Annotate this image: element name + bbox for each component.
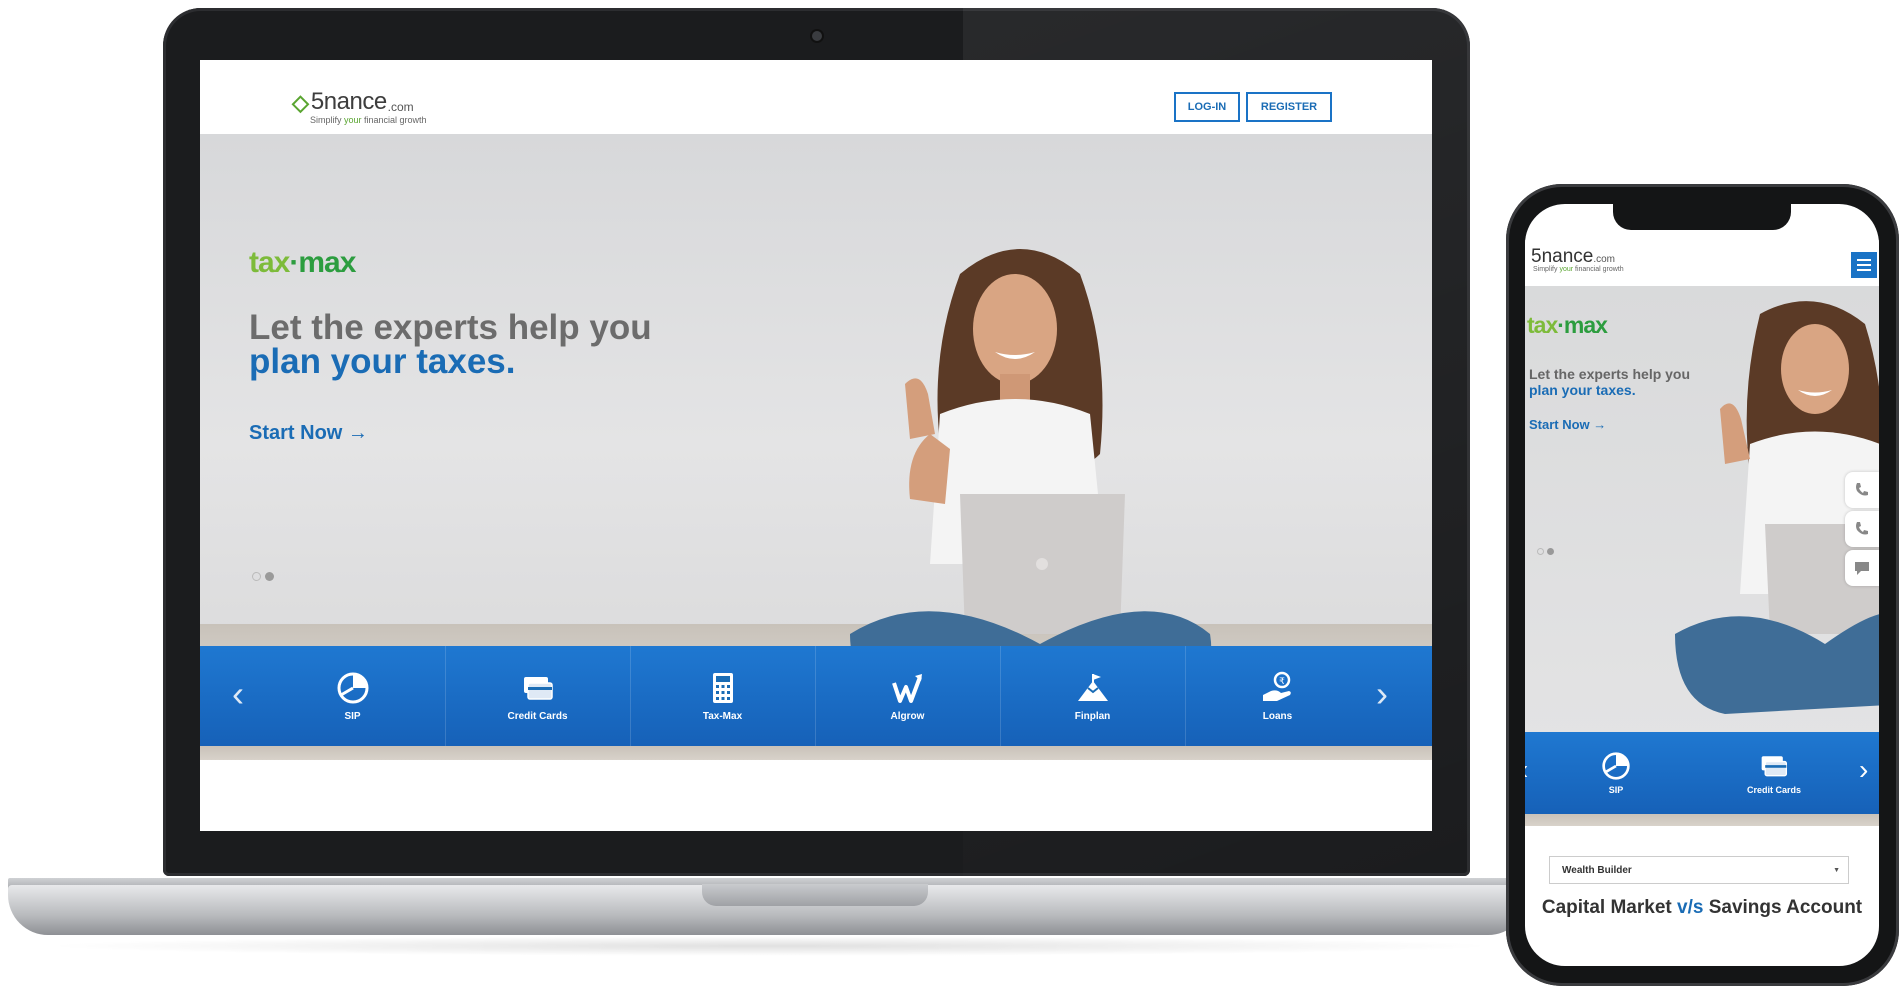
woman-with-laptop-image	[1675, 301, 1879, 714]
tagline-highlight: your	[344, 115, 362, 125]
svg-text:₹: ₹	[1279, 677, 1285, 687]
article-title-part: Savings Account	[1703, 897, 1863, 918]
carousel-next-arrow[interactable]: ›	[1859, 752, 1868, 788]
floor-strip	[200, 746, 1432, 760]
product-label: SIP	[1608, 785, 1624, 795]
mobile-taxmax-logo: tax·max	[1527, 312, 1608, 339]
pie-chart-icon	[1602, 752, 1630, 780]
mobile-hero-headline-line1: Let the experts help you	[1529, 366, 1691, 382]
site-logo[interactable]: ◇ 5nance .com	[292, 88, 414, 115]
mobile-product-carousel: ‹ SIP Credit Cards ›	[1525, 732, 1879, 814]
article-title-vs: v/s	[1677, 897, 1704, 918]
article-title[interactable]: Capital Market v/s Savings Account	[1535, 894, 1869, 922]
tagline-highlight: your	[1559, 266, 1574, 273]
product-label: Credit Cards	[507, 710, 568, 722]
carousel-prev-arrow[interactable]: ‹	[232, 674, 244, 714]
credit-card-icon	[523, 676, 553, 700]
product-tax-max[interactable]: Tax-Max	[630, 646, 816, 746]
phone-icon	[1856, 522, 1868, 535]
product-sip[interactable]: SIP	[1541, 732, 1691, 814]
floating-call-button[interactable]	[1845, 472, 1879, 508]
product-label: Finplan	[1074, 710, 1111, 722]
product-label: Algrow	[890, 710, 925, 722]
floating-callback-button[interactable]	[1845, 511, 1879, 547]
product-label: Credit Cards	[1746, 785, 1801, 795]
taxmax-logo-part: tax	[249, 246, 290, 279]
tagline-text: Simplify	[1533, 266, 1560, 273]
product-finplan[interactable]: Finplan	[1000, 646, 1186, 746]
slide-dot-2[interactable]	[1547, 548, 1554, 555]
slide-dot-2[interactable]	[265, 572, 274, 581]
product-label: SIP	[344, 710, 361, 722]
pie-chart-icon	[337, 672, 368, 703]
taxmax-logo: tax·max	[249, 246, 356, 280]
carousel-prev-arrow[interactable]: ‹	[1525, 752, 1528, 788]
register-button[interactable]: REGISTER	[1246, 92, 1332, 122]
hamburger-menu-icon[interactable]	[1851, 252, 1877, 278]
mountain-flag-icon	[1077, 673, 1108, 701]
taxmax-logo-dot: ·	[289, 246, 299, 279]
tagline-text: financial growth	[361, 115, 427, 125]
taxmax-logo-part: tax	[1527, 312, 1558, 338]
carousel-next-arrow[interactable]: ›	[1376, 674, 1388, 714]
product-credit-cards[interactable]: Credit Cards	[1699, 732, 1849, 814]
site-header: ◇ 5nance .com Simplify your financial gr…	[200, 60, 1432, 134]
slide-dot-1[interactable]	[1537, 548, 1544, 555]
product-carousel: ‹ SIP Credit Cards Tax-Max Algrow Finpla…	[200, 646, 1432, 746]
logo-name: 5nance	[310, 88, 387, 115]
category-select-value: Wealth Builder	[1562, 864, 1632, 876]
laptop-shadow	[40, 936, 1500, 956]
product-label: Loans	[1262, 710, 1293, 722]
phone-screen: 5nance.com Simplify your financial growt…	[1525, 204, 1879, 966]
category-select[interactable]: Wealth Builder ▼	[1549, 856, 1849, 884]
product-label: Tax-Max	[702, 710, 743, 722]
mobile-logo-name: 5nance	[1531, 246, 1594, 267]
laptop-camera	[812, 31, 822, 41]
mobile-start-now-link[interactable]: Start Now →	[1529, 417, 1606, 432]
calculator-icon	[712, 672, 733, 703]
mobile-hero-headline-line2: plan your taxes.	[1529, 382, 1636, 398]
site-tagline: Simplify your financial growth	[310, 115, 427, 125]
content-area	[200, 760, 1432, 831]
tagline-text: Simplify	[310, 115, 345, 125]
article-title-part: Capital Market	[1541, 897, 1677, 918]
mobile-logo[interactable]: 5nance.com	[1531, 246, 1615, 268]
taxmax-logo-dot: ·	[1557, 312, 1565, 338]
product-algrow[interactable]: Algrow	[815, 646, 1001, 746]
taxmax-logo-part: max	[1563, 312, 1608, 338]
hero-headline-line2: plan your taxes.	[249, 342, 516, 381]
tagline-text: financial growth	[1573, 266, 1624, 273]
laptop-opening-notch	[702, 884, 928, 906]
floor-strip	[1525, 814, 1879, 826]
taxmax-logo-part: max	[298, 246, 356, 279]
product-credit-cards[interactable]: Credit Cards	[445, 646, 631, 746]
login-button[interactable]: LOG-IN	[1174, 92, 1240, 122]
slide-dot-1[interactable]	[252, 572, 261, 581]
product-sip[interactable]: SIP	[260, 646, 446, 746]
laptop-screen: ◇ 5nance .com Simplify your financial gr…	[200, 60, 1432, 831]
mobile-logo-domain: .com	[1593, 254, 1616, 265]
growth-arrow-icon	[891, 673, 922, 703]
product-loans[interactable]: ₹ Loans	[1185, 646, 1370, 746]
floating-chat-button[interactable]	[1845, 550, 1879, 586]
mobile-tagline: Simplify your financial growth	[1533, 266, 1624, 273]
start-now-link[interactable]: Start Now →	[249, 422, 368, 445]
logo-diamond-icon: ◇	[292, 90, 309, 115]
chat-icon	[1855, 562, 1869, 575]
chevron-down-icon: ▼	[1833, 866, 1840, 874]
phone-notch	[1613, 204, 1791, 230]
credit-card-icon	[1761, 756, 1788, 777]
phone-icon	[1856, 483, 1868, 496]
logo-domain: .com	[387, 100, 414, 114]
hand-coin-icon: ₹	[1262, 671, 1291, 701]
